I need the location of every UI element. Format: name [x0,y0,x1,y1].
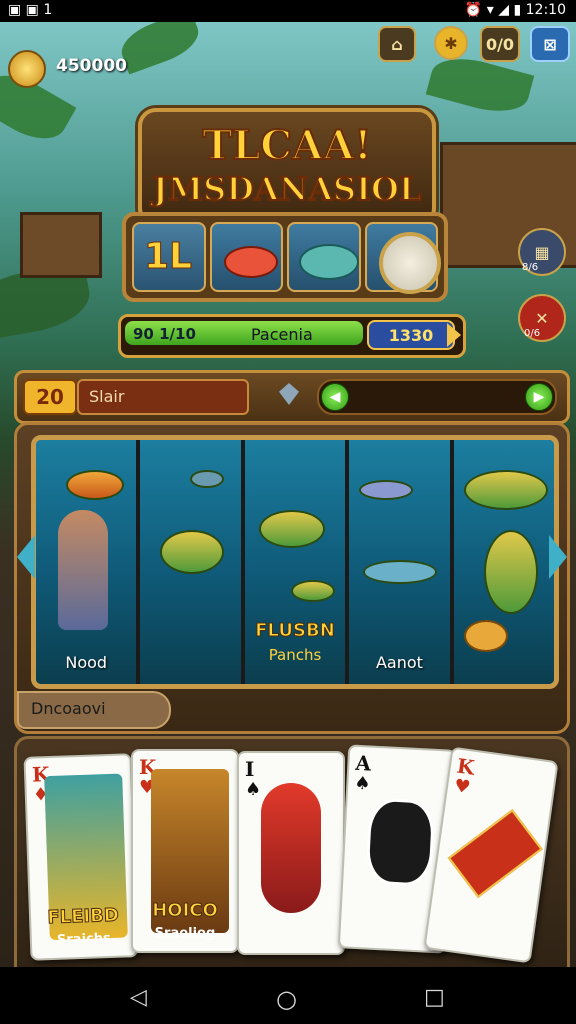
game-title: TLCAA! [201,121,372,170]
slider-right-button[interactable]: ▶ [525,383,553,411]
card-suit: ♥ [452,775,472,799]
level-badge: 20 [23,379,77,415]
feature-tile-letters[interactable]: 1L [132,222,206,292]
blue-fish-icon [299,244,359,280]
progress-label: Pacenia [251,325,313,344]
cards-panel: K ♦ FLEIBD Sraichs K ♥ HOICO Sraoliog I … [14,736,570,967]
reel-3: FLUSBN Panchs [244,440,350,684]
fish-icon [290,580,335,602]
card-1[interactable]: K ♦ FLEIBD Sraichs [23,753,139,961]
recent-apps-icon[interactable]: □ [424,985,445,1010]
arrow-right-icon [447,323,461,347]
navigation-bar: ◁ ○ □ [0,967,576,1024]
card-suit: ♠ [245,779,262,800]
feature-tile-compass[interactable] [364,222,441,294]
fish-icon [483,530,538,614]
description-tab[interactable]: Dncoaovi [17,691,171,729]
card-2[interactable]: K ♥ HOICO Sraoliog [131,749,239,953]
red-fish-icon [223,246,278,278]
game-scene: 450000 ⌂ ✱ 0/0 ⊠ TLCAA! JMSDANASIOL 1L ▦… [0,22,576,967]
progress-bar: 90 1/10 Pacenia 1330 [118,314,466,358]
tile-text: 1L [144,236,193,278]
reel-5 [453,440,554,684]
reel-subtitle: Panchs [268,646,322,664]
slider-left-button[interactable]: ◀ [321,383,349,411]
progress-left-text: 90 1/10 [133,325,196,343]
close-icon[interactable]: ⊠ [530,26,570,62]
card-name: FLEIBD [47,904,120,929]
fish-icon [66,470,124,500]
coin-icon [8,50,46,88]
status-left: ▣ ▣ 1 [8,2,53,18]
fish-icon [190,470,225,488]
reel-next-arrow[interactable] [549,535,567,579]
card-name: HOICO [152,900,219,922]
diver-character [58,510,108,630]
fish-art [261,783,321,913]
reels-panel: Nood FLUSBN Panchs Aanot Dncoaovi [14,422,570,734]
card-rank: A [354,750,372,776]
coin-balance: 450000 [56,56,127,76]
card-subname: Sraoliog [154,926,216,941]
search-text: Slair [89,387,125,406]
home-icon[interactable]: ○ [276,985,297,1013]
title-board: TLCAA! JMSDANASIOL [138,108,436,226]
reel-label: Aanot [375,653,423,672]
card-suit: ♠ [353,772,372,795]
search-input[interactable]: Slair [77,379,249,415]
compass-icon[interactable]: ✱ [434,26,468,60]
search-bar: 20 Slair ◀ ▶ [14,370,570,424]
feature-tile-blue-fish[interactable] [287,222,361,292]
hut [20,212,102,278]
reel-label: Nood [65,653,108,672]
treasure-icon [463,620,508,652]
feature-icon-row: 1L [122,212,448,302]
fish-icon [258,510,325,548]
game-subtitle: JMSDANASIOL [152,169,423,209]
cat-art [365,797,436,887]
side-top-label: 8/6 [522,262,539,273]
reel-prev-arrow[interactable] [17,535,35,579]
status-right: ⏰ ▾ ◢ ▮ 12:10 [464,2,566,18]
jungle-leaf [425,49,535,121]
reel-title: FLUSBN [255,620,336,642]
reel-4: Aanot [349,440,454,684]
fish-icon [363,560,438,584]
diamond-art [447,809,543,899]
progress-value[interactable]: 1330 [367,320,455,350]
back-icon[interactable]: ◁ [130,985,147,1010]
counter-button[interactable]: 0/0 [480,26,520,62]
reel-window: Nood FLUSBN Panchs Aanot [31,435,559,689]
description-label: Dncoaovi [31,699,106,718]
gem-icon [279,383,299,405]
status-bar: ▣ ▣ 1 ⏰ ▾ ◢ ▮ 12:10 [0,0,576,22]
compass-icon [378,232,441,294]
card-3[interactable]: I ♠ [237,751,345,955]
side-bottom-label: 0/6 [524,328,541,339]
reel-1: Nood [36,440,141,684]
fish-icon [359,480,414,500]
reel-2 [140,440,245,684]
card-subname: Sraichs [56,931,111,948]
slider-track[interactable]: ◀ ▶ [317,379,557,415]
fish-icon [463,470,548,510]
jungle-leaf [115,22,205,75]
card-rank: I [245,757,255,781]
feature-tile-red-fish[interactable] [209,222,283,292]
shop-icon[interactable]: ⌂ [378,26,416,62]
fish-icon [160,530,225,574]
